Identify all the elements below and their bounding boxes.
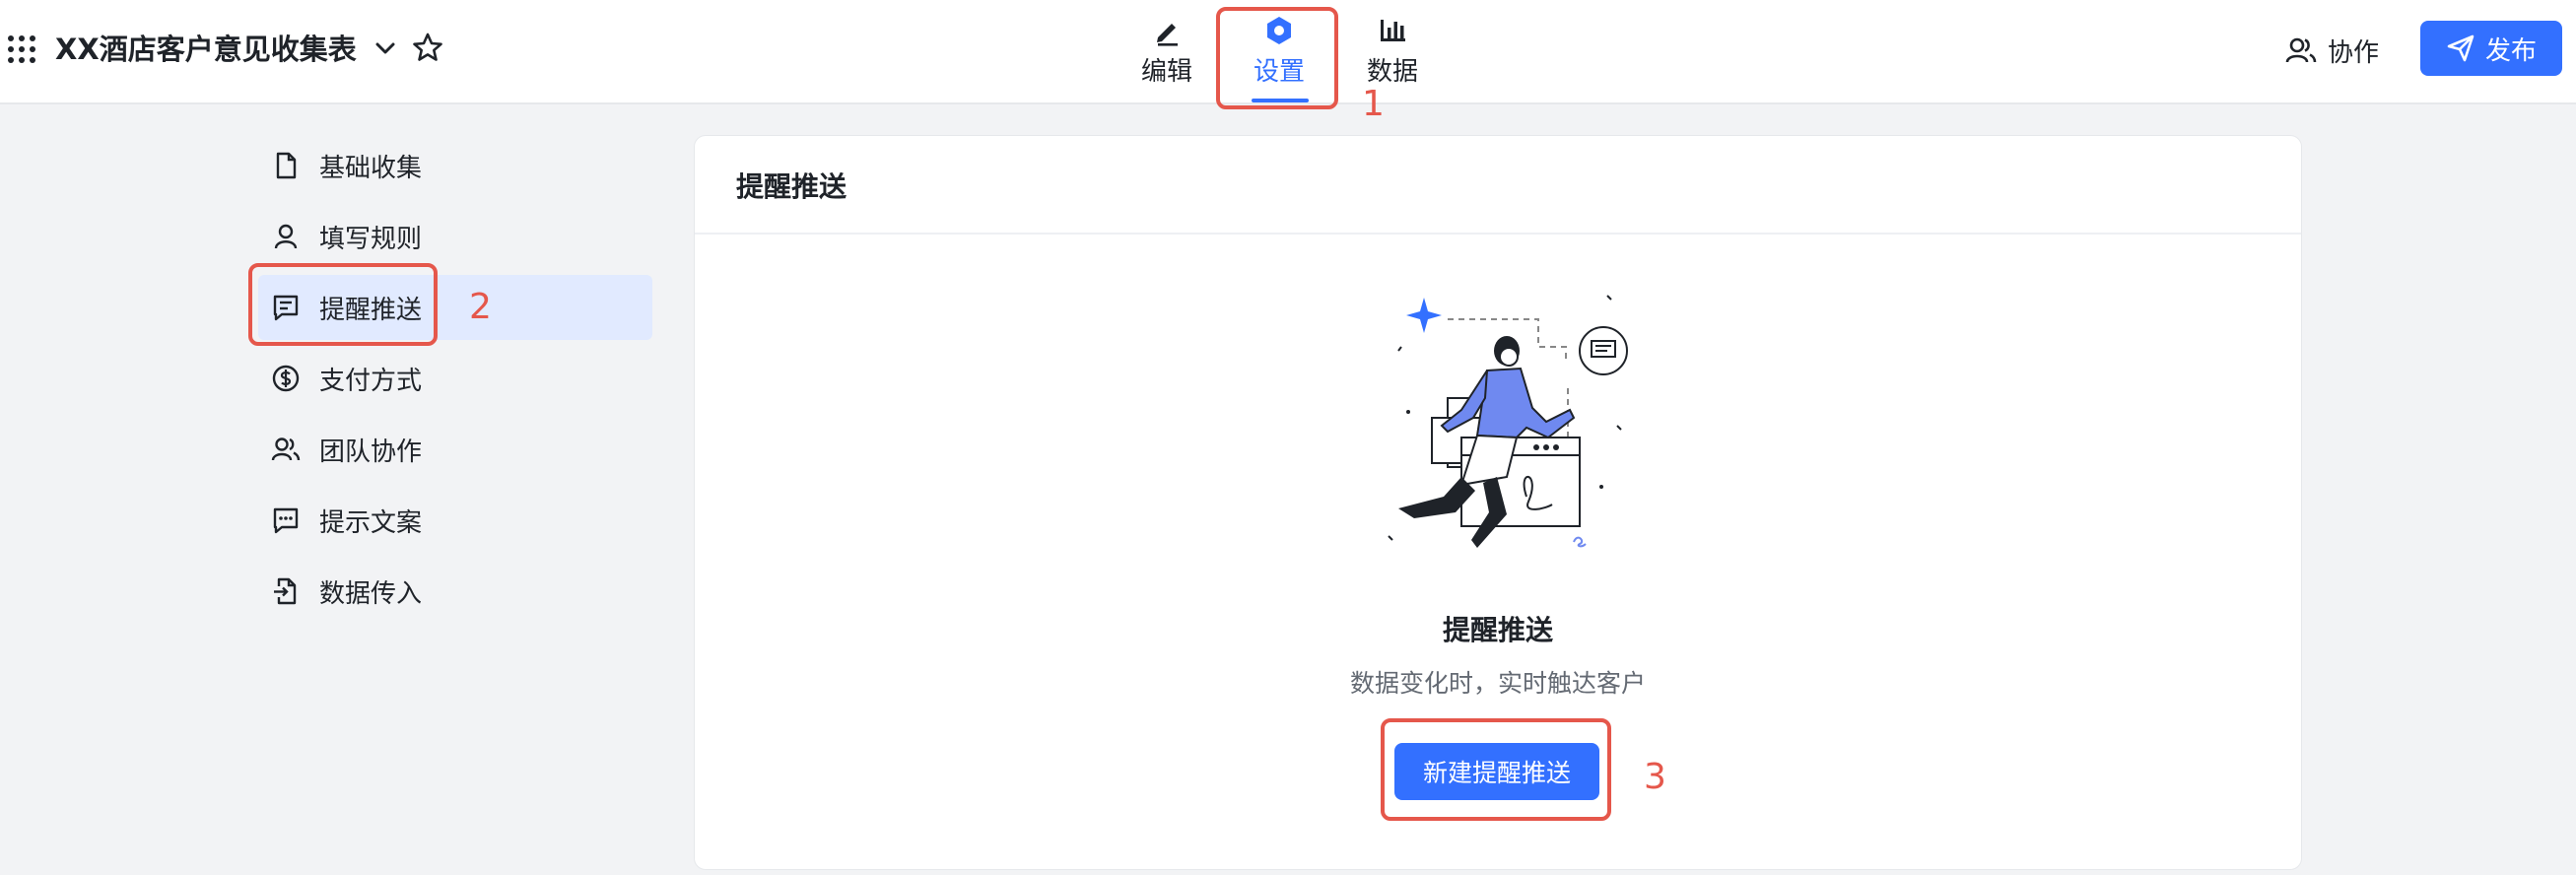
bar-chart-icon	[1381, 20, 1405, 41]
dollar-icon	[272, 365, 300, 392]
sidebar-item-label: 支付方式	[319, 366, 423, 396]
grid-dots-icon[interactable]	[6, 34, 37, 65]
sidebar-item-prompt-text[interactable]: 提示文案	[258, 488, 652, 553]
top-bar: XX酒店客户意见收集表 编辑 设置 数据 协作 发布	[0, 0, 2576, 104]
tab-settings[interactable]: 设置	[1225, 8, 1333, 102]
user-icon	[274, 224, 298, 249]
hexagon-settings-icon	[1267, 17, 1291, 44]
annotation-number-1: 1	[1362, 84, 1385, 124]
document-title[interactable]: XX酒店客户意见收集表	[55, 30, 357, 69]
publish-button[interactable]: 发布	[2420, 21, 2562, 76]
empty-state-title: 提醒推送	[1442, 614, 1553, 646]
sidebar-item-payment[interactable]: 支付方式	[258, 346, 652, 411]
publish-label: 发布	[2484, 35, 2537, 66]
empty-state-description: 数据变化时，实时触达客户	[1349, 669, 1646, 698]
sidebar-item-label: 提醒推送	[319, 295, 423, 325]
panel-title: 提醒推送	[736, 170, 847, 203]
panel-header: 提醒推送	[695, 136, 2301, 235]
tab-edit-label: 编辑	[1140, 57, 1192, 87]
reminder-push-panel: 提醒推送 提醒推送 数据变化时，实时触达客户 新建提醒推送	[694, 135, 2302, 870]
pen-icon	[1157, 24, 1178, 46]
chevron-down-icon[interactable]	[373, 34, 398, 63]
message-icon	[273, 295, 299, 321]
sidebar-item-reminder-push[interactable]: 提醒推送	[258, 275, 652, 340]
import-icon	[274, 577, 297, 605]
sidebar-item-label: 基础收集	[319, 153, 423, 183]
file-icon	[276, 152, 297, 179]
annotation-number-2: 2	[469, 287, 492, 327]
person-illustration	[1388, 295, 1628, 548]
sidebar-item-basic-collect[interactable]: 基础收集	[258, 133, 652, 198]
team-icon	[271, 438, 301, 461]
tab-settings-label: 设置	[1253, 57, 1305, 87]
sidebar-item-label: 数据传入	[319, 578, 423, 609]
sidebar-item-data-import[interactable]: 数据传入	[258, 559, 652, 624]
sidebar-item-label: 团队协作	[319, 437, 423, 467]
sidebar-item-label: 填写规则	[319, 224, 423, 254]
collaborate-button[interactable]: 协作	[2284, 24, 2432, 77]
annotation-number-3: 3	[1644, 757, 1666, 797]
send-icon	[2447, 34, 2474, 62]
sidebar-item-label: 提示文案	[319, 507, 423, 538]
tab-edit[interactable]: 编辑	[1113, 8, 1221, 102]
tab-data[interactable]: 数据	[1338, 8, 1447, 102]
collaborate-label: 协作	[2328, 37, 2380, 68]
sidebar-item-fill-rules[interactable]: 填写规则	[258, 204, 652, 269]
comment-dots-icon	[273, 507, 299, 534]
star-icon[interactable]	[412, 32, 443, 63]
active-tab-indicator	[1252, 99, 1309, 102]
new-reminder-push-button[interactable]: 新建提醒推送	[1394, 743, 1599, 800]
sidebar-item-team[interactable]: 团队协作	[258, 417, 652, 482]
users-icon	[2285, 37, 2317, 63]
